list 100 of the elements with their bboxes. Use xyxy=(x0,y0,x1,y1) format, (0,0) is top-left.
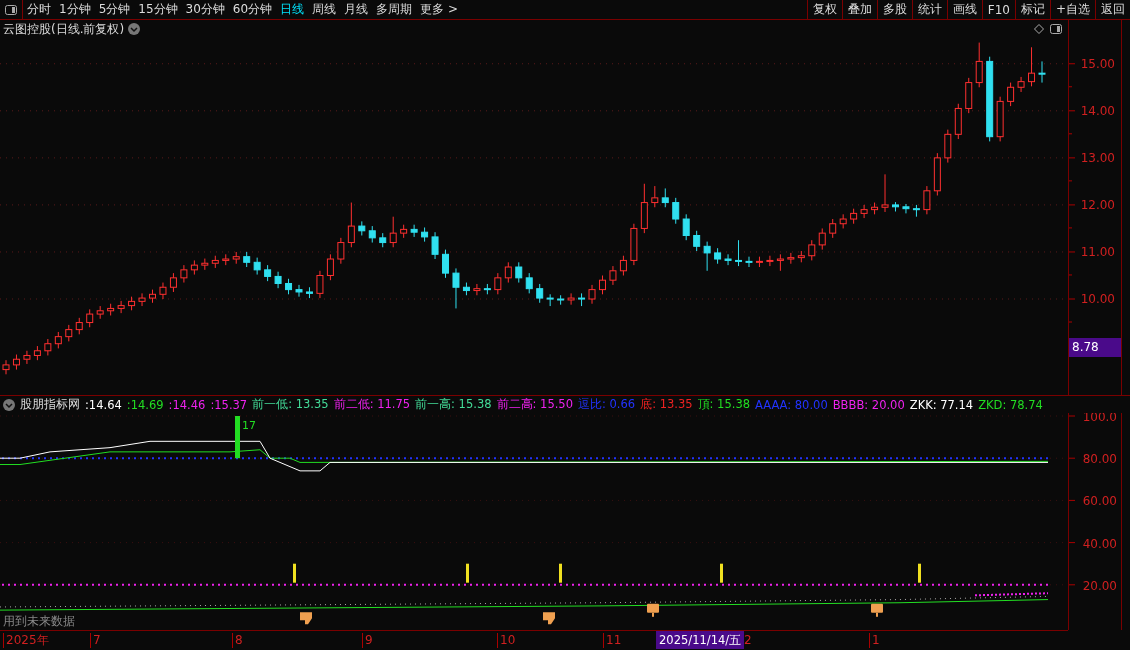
period-tab[interactable]: 日线 xyxy=(276,0,309,19)
candlestick xyxy=(462,282,470,296)
candlestick xyxy=(912,204,920,218)
candlestick xyxy=(326,253,334,281)
candlestick xyxy=(776,253,784,272)
candlestick xyxy=(546,293,554,307)
period-tab[interactable]: 多周期 xyxy=(372,0,417,19)
period-tab[interactable]: 月线 xyxy=(340,0,373,19)
period-tab[interactable]: 分时 xyxy=(23,0,55,19)
indicator-value: :14.64 xyxy=(85,397,122,412)
toolbar-button[interactable]: F10 xyxy=(981,0,1015,19)
date-label: 9 xyxy=(362,633,373,648)
candlestick xyxy=(316,270,324,299)
candlestick xyxy=(253,257,261,276)
price-label: 14.00 xyxy=(1080,103,1115,118)
candlestick xyxy=(640,183,648,234)
candlestick xyxy=(599,275,606,295)
candlestick xyxy=(755,256,763,268)
candlestick xyxy=(306,286,313,299)
date-label: 1 xyxy=(869,633,880,648)
candlestick xyxy=(337,237,345,265)
indicator-name: 股朋指标网 xyxy=(20,396,80,413)
date-label: 2025年 xyxy=(3,633,49,648)
candlestick xyxy=(965,77,973,114)
period-tab[interactable]: 15分钟 xyxy=(134,0,182,19)
toolbar-button[interactable]: +自选 xyxy=(1049,0,1095,19)
candlestick xyxy=(295,284,303,298)
period-tab[interactable]: 60分钟 xyxy=(228,0,277,19)
toolbar-button[interactable]: 多股 xyxy=(876,0,912,19)
candlestick xyxy=(714,247,722,265)
warning-note: 用到未来数据 xyxy=(3,614,75,628)
candlestick xyxy=(504,261,512,284)
indicator-value: :15.37 xyxy=(210,397,248,412)
candlestick xyxy=(818,227,826,251)
candlestick xyxy=(1028,46,1036,87)
chart-title: 云图控股(日线.前复权) xyxy=(3,20,125,38)
candlestick xyxy=(609,265,617,286)
candlestick xyxy=(222,253,230,266)
candlestick xyxy=(243,251,251,268)
signpost-icon xyxy=(647,603,659,617)
date-label: 7 xyxy=(90,633,101,648)
toolbar-button[interactable]: 叠加 xyxy=(841,0,877,19)
period-tab[interactable]: 更多 > xyxy=(416,0,462,19)
toolbar-button[interactable]: 复权 xyxy=(806,0,842,19)
candlestick xyxy=(923,185,931,215)
toolbar-button[interactable]: 统计 xyxy=(911,0,947,19)
candlestick xyxy=(902,203,910,214)
diamond-icon[interactable] xyxy=(1034,24,1044,34)
candlestick xyxy=(766,255,774,267)
candlestick xyxy=(871,202,879,215)
panel-toggle-icon[interactable] xyxy=(5,4,17,15)
indicator-value: 前二低: 11.75 xyxy=(333,397,411,412)
candlestick xyxy=(933,152,941,196)
candlestick xyxy=(442,249,449,279)
candlestick xyxy=(745,256,753,268)
candlestick xyxy=(389,216,397,248)
price-label: 15.00 xyxy=(1080,56,1115,71)
period-tab[interactable]: 5分钟 xyxy=(94,0,135,19)
candlestick xyxy=(954,103,962,140)
toolbar-button[interactable]: 标记 xyxy=(1014,0,1050,19)
candlestick xyxy=(23,350,31,365)
candlestick xyxy=(211,255,219,269)
candlestick xyxy=(379,232,387,248)
candlestick xyxy=(1038,60,1046,84)
price-label: 10.00 xyxy=(1080,292,1115,306)
date-label: 10 xyxy=(497,633,516,648)
indicator-value: 前一低: 13.35 xyxy=(252,397,329,412)
indicator-value: 前一高: 15.38 xyxy=(415,397,492,412)
date-label: 8 xyxy=(232,633,243,648)
candlestick xyxy=(421,227,429,243)
indicator-value: 頂: 15.38 xyxy=(697,397,751,412)
toolbar-button[interactable]: 返回 xyxy=(1095,0,1130,19)
candlestick xyxy=(107,303,115,316)
price-tag: 8.78 xyxy=(1069,338,1121,357)
candlestick xyxy=(232,251,240,265)
indicator-value: 逗比: 0.66 xyxy=(578,397,636,412)
candlestick xyxy=(567,292,575,306)
candlestick xyxy=(944,129,952,164)
candlestick xyxy=(75,317,83,335)
toolbar-button[interactable]: 画线 xyxy=(946,0,982,19)
dropdown-icon[interactable] xyxy=(3,398,15,411)
candlestick xyxy=(190,259,198,276)
indicator-value: 前二高: 15.50 xyxy=(496,397,573,412)
date-label: 11 xyxy=(603,633,622,648)
panel-toggle-icon[interactable] xyxy=(1050,24,1062,34)
candlestick xyxy=(201,258,209,271)
period-tab[interactable]: 周线 xyxy=(308,0,341,19)
candlestick xyxy=(149,289,156,304)
period-tab[interactable]: 1分钟 xyxy=(55,0,95,19)
dropdown-icon[interactable] xyxy=(128,23,141,35)
candlestick xyxy=(588,284,596,305)
candlestick xyxy=(431,231,439,260)
candlestick xyxy=(285,278,293,295)
period-tab[interactable]: 30分钟 xyxy=(181,0,229,19)
candlestick xyxy=(808,239,816,261)
candlestick xyxy=(630,223,638,266)
candlestick xyxy=(693,230,701,252)
candlestick xyxy=(264,264,272,282)
candlestick xyxy=(892,201,899,212)
candlestick xyxy=(452,267,460,309)
